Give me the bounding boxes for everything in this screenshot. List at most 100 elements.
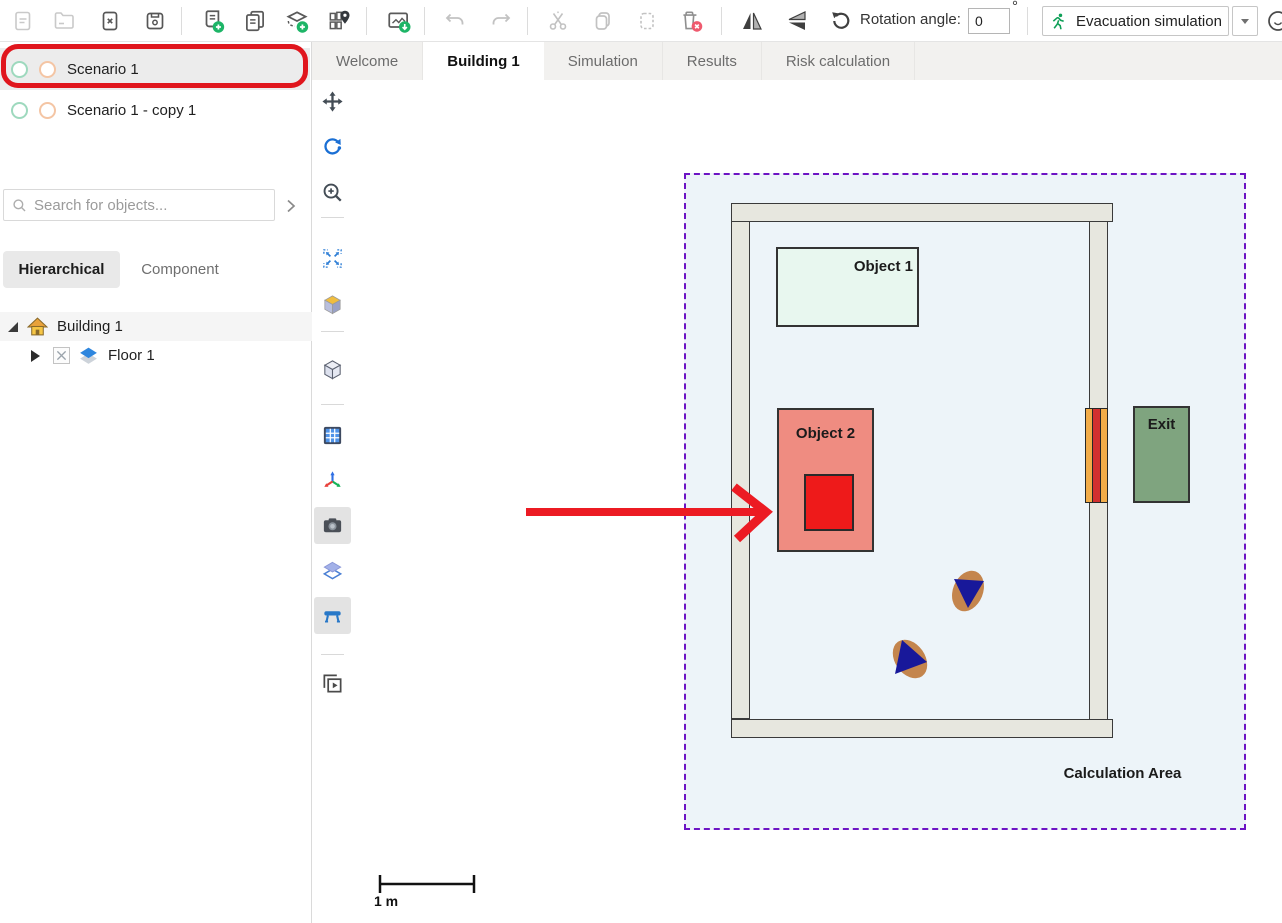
undo-icon	[443, 9, 467, 33]
paste-button[interactable]	[630, 4, 664, 38]
add-scenario-button[interactable]	[196, 4, 230, 38]
redo-button[interactable]	[484, 4, 518, 38]
evacuation-simulation-button[interactable]: Evacuation simulation	[1042, 6, 1229, 36]
status-circle-icon[interactable]	[1266, 9, 1282, 33]
tree-item-label: Building 1	[57, 318, 123, 335]
tab-label: Welcome	[336, 53, 398, 70]
furniture-table-tool-button[interactable]	[314, 597, 351, 634]
delete-button[interactable]	[674, 4, 708, 38]
occupant-agent-1[interactable]	[945, 566, 991, 616]
close-document-button[interactable]	[93, 4, 127, 38]
wall-bottom[interactable]	[731, 719, 1113, 738]
toolbar-separator	[366, 7, 367, 35]
expander-expanded-icon[interactable]	[8, 322, 18, 332]
tab-risk-calculation[interactable]: Risk calculation	[762, 42, 915, 80]
object-search-box[interactable]	[3, 189, 275, 221]
floor-visibility-checkbox[interactable]	[53, 347, 70, 364]
open-folder-button[interactable]	[47, 4, 81, 38]
rotate-view-button[interactable]	[314, 129, 351, 166]
wall-top[interactable]	[731, 203, 1113, 222]
door-object[interactable]	[1085, 408, 1110, 503]
scenario-list-item-2[interactable]: Scenario 1 - copy 1	[0, 93, 310, 127]
add-floor-button[interactable]	[280, 4, 314, 38]
copy-button[interactable]	[586, 4, 620, 38]
annotation-red-arrow	[520, 478, 776, 548]
cut-button[interactable]	[541, 4, 575, 38]
room-object-2[interactable]: Object 2	[777, 408, 874, 552]
save-button[interactable]	[138, 4, 172, 38]
wall-right-lower[interactable]	[1089, 502, 1108, 720]
rotation-angle-label: Rotation angle:	[860, 11, 961, 28]
tree-item-label: Floor 1	[108, 347, 155, 364]
tab-simulation[interactable]: Simulation	[544, 42, 663, 80]
tree-item-floor[interactable]: Floor 1	[0, 341, 312, 370]
new-document-button[interactable]	[6, 4, 40, 38]
layers-tool-button[interactable]	[314, 552, 351, 589]
toolbar-separator	[527, 7, 528, 35]
exit-label: Exit	[1135, 416, 1188, 433]
tab-building-1[interactable]: Building 1	[423, 42, 544, 80]
undo-button[interactable]	[438, 4, 472, 38]
copy-icon	[591, 9, 615, 33]
mirror-vertical-button[interactable]	[780, 4, 814, 38]
door-stripe	[1085, 408, 1093, 503]
map-location-button[interactable]	[322, 4, 356, 38]
slideshow-tool-button[interactable]	[314, 665, 351, 702]
fit-to-view-icon	[321, 247, 344, 270]
wireframe-view-button[interactable]	[314, 351, 351, 388]
camera-snapshot-button[interactable]	[314, 507, 351, 544]
tab-component-label: Component	[141, 261, 219, 278]
scenario-status-circle-green[interactable]	[11, 61, 28, 78]
scenario-sidebar: Scenario 1 Scenario 1 - copy 1 Hierarchi…	[0, 42, 312, 923]
import-background-image-button[interactable]	[382, 4, 416, 38]
rotation-angle-input[interactable]	[968, 8, 1010, 34]
door-stripe	[1093, 408, 1100, 503]
scale-bar-label: 1 m	[374, 893, 398, 909]
zoom-in-tool-button[interactable]	[314, 174, 351, 211]
axes-tool-button[interactable]	[314, 462, 351, 499]
object-2-inner-source[interactable]	[804, 474, 854, 531]
scenario-status-circle-orange[interactable]	[39, 102, 56, 119]
grid-tool-button[interactable]	[314, 417, 351, 454]
door-stripe	[1100, 408, 1108, 503]
wireframe-cube-icon	[321, 358, 344, 381]
search-input[interactable]	[34, 197, 266, 214]
rotate-ccw-button[interactable]	[824, 4, 858, 38]
dropdown-caret-icon	[1241, 19, 1249, 24]
add-scenario-book-icon	[200, 8, 226, 34]
axes-icon	[321, 469, 344, 492]
floor-layer-icon	[78, 345, 99, 366]
tab-results[interactable]: Results	[663, 42, 762, 80]
tab-component[interactable]: Component	[122, 251, 238, 288]
wall-right-upper[interactable]	[1089, 221, 1108, 409]
search-expand-button[interactable]	[279, 194, 303, 218]
tab-hierarchical[interactable]: Hierarchical	[3, 251, 120, 288]
toolstrip-separator	[321, 217, 344, 218]
wall-left[interactable]	[731, 221, 750, 719]
expander-collapsed-icon[interactable]	[31, 350, 40, 362]
save-icon	[143, 9, 167, 33]
zoom-in-icon	[321, 181, 344, 204]
tab-hierarchical-label: Hierarchical	[19, 261, 105, 278]
tab-welcome[interactable]: Welcome	[312, 42, 423, 80]
house-icon	[27, 316, 48, 337]
mirror-horizontal-button[interactable]	[735, 4, 769, 38]
toolbar-separator	[181, 7, 182, 35]
scenario-label: Scenario 1 - copy 1	[67, 102, 196, 119]
import-background-image-icon	[386, 8, 412, 34]
scenario-status-circle-orange[interactable]	[39, 61, 56, 78]
simulation-dropdown-button[interactable]	[1232, 6, 1258, 36]
room-object-1[interactable]: Object 1	[776, 247, 919, 327]
camera-icon	[321, 514, 344, 537]
move-tool-button[interactable]	[314, 83, 351, 120]
fit-to-view-button[interactable]	[314, 240, 351, 277]
scenario-list-item-1[interactable]: Scenario 1	[0, 48, 310, 90]
scenario-status-circle-green[interactable]	[11, 102, 28, 119]
redo-icon	[489, 9, 513, 33]
duplicate-scenario-button[interactable]	[238, 4, 272, 38]
exit-object[interactable]: Exit	[1133, 406, 1190, 503]
tree-item-building[interactable]: Building 1	[0, 312, 312, 341]
delete-icon	[678, 8, 704, 34]
occupant-agent-2[interactable]	[886, 633, 934, 685]
view-3d-button[interactable]	[314, 286, 351, 323]
